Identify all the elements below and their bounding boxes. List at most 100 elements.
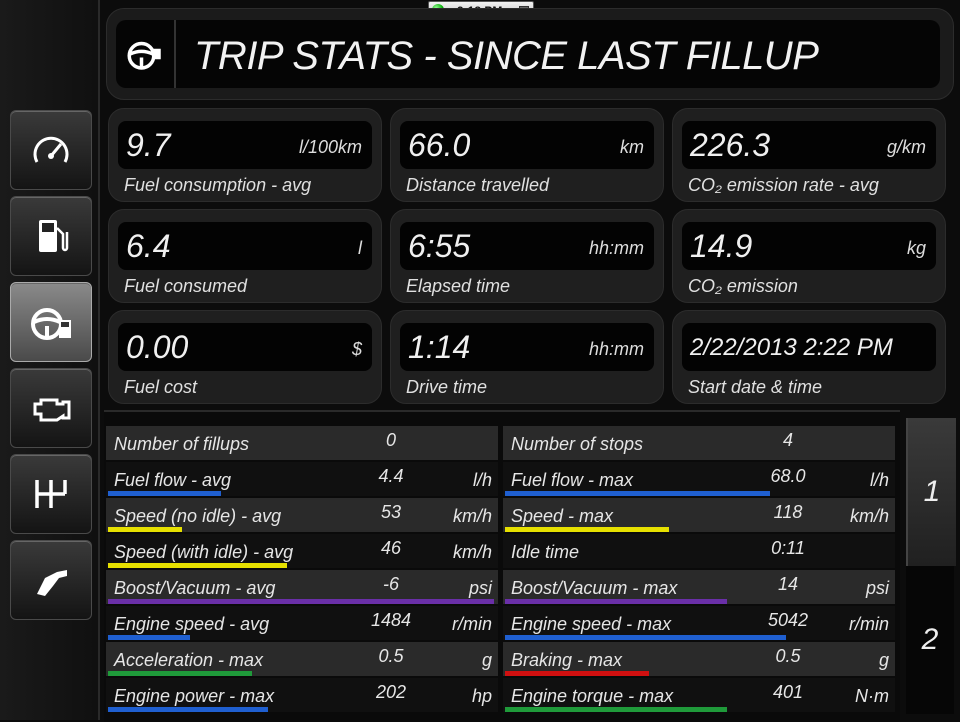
row-value: 46: [380, 538, 402, 558]
page-title: TRIP STATS - SINCE LAST FILLUP: [194, 34, 819, 78]
sidebar-item-fuel[interactable]: [10, 196, 92, 276]
page-tab-1[interactable]: 1: [906, 418, 956, 566]
row-value: 0: [385, 430, 396, 450]
title-icon-box: [116, 20, 176, 88]
row-level-bar: [505, 527, 669, 532]
row-value: 53: [380, 502, 402, 522]
row-value: -6: [382, 574, 399, 594]
row-value: 4.4: [378, 466, 404, 486]
row-label: Fuel flow - avg: [114, 470, 232, 490]
row-unit: hp: [471, 686, 492, 706]
table-row: Fuel flow - max 68.0 l/h: [503, 462, 895, 496]
stat-card-fuel-consumed: 6.4 l Fuel consumed: [108, 209, 382, 303]
row-label: Idle time: [511, 542, 580, 562]
stat-value: 1:14: [408, 329, 471, 365]
stat-card-fuel-consumption: 9.7 l/100km Fuel consumption - avg: [108, 108, 382, 202]
table-row: Number of stops 4: [503, 426, 895, 460]
stat-card-fuel-cost: 0.00 $ Fuel cost: [108, 310, 382, 404]
stat-unit: g/km: [886, 137, 926, 157]
stat-label: CO₂ emission rate - avg: [688, 175, 879, 195]
row-level-bar: [505, 707, 727, 712]
row-value: 0:11: [771, 538, 805, 558]
stat-label: Distance travelled: [406, 175, 550, 195]
stat-card-co2-emission: 14.9 kg CO₂ emission: [672, 209, 946, 303]
table-row: Braking - max 0.5 g: [503, 642, 895, 676]
stat-label: Fuel cost: [124, 377, 198, 397]
row-level-bar: [108, 491, 221, 496]
row-level-bar: [108, 671, 252, 676]
table-row: Engine torque - max 401 N·m: [503, 678, 895, 712]
stat-value: 0.00: [126, 329, 189, 365]
stat-unit: l: [358, 238, 362, 258]
row-level-bar: [505, 671, 649, 676]
table-row: Acceleration - max 0.5 g: [106, 642, 498, 676]
row-label: Engine speed - max: [511, 614, 672, 634]
stat-unit: km: [620, 137, 644, 157]
steering-wheel-icon: [31, 308, 71, 340]
fuel-nozzle-icon: [37, 570, 67, 596]
stat-value: 2/22/2013 2:22 PM: [690, 334, 893, 361]
stat-label: Fuel consumption - avg: [124, 175, 312, 195]
stat-unit: kg: [906, 238, 926, 258]
row-unit: km/h: [849, 506, 889, 526]
sidebar-item-fillup[interactable]: [10, 540, 92, 620]
table-row: Idle time 0:11: [503, 534, 895, 568]
stat-unit: l/100km: [298, 137, 362, 157]
stat-card-co2-rate: 226.3 g/km CO₂ emission rate - avg: [672, 108, 946, 202]
row-level-bar: [505, 491, 770, 496]
sidebar-item-gauges[interactable]: [10, 110, 92, 190]
row-level-bar: [108, 599, 494, 604]
table-row: Fuel flow - avg 4.4 l/h: [106, 462, 498, 496]
table-row: Boost/Vacuum - avg -6 psi: [106, 570, 498, 604]
row-unit: psi: [468, 578, 492, 598]
row-value: 1484: [370, 610, 412, 630]
page-tab-2[interactable]: 2: [906, 566, 954, 714]
row-unit: km/h: [452, 542, 492, 562]
table-row: Boost/Vacuum - max 14 psi: [503, 570, 895, 604]
row-unit: r/min: [849, 614, 889, 634]
stat-card-start-date: 2/22/2013 2:22 PM Start date & time: [672, 310, 946, 404]
row-unit: r/min: [452, 614, 492, 634]
stat-value: 9.7: [126, 127, 171, 163]
sidebar-item-trip[interactable]: [10, 282, 92, 362]
row-value: 401: [772, 682, 804, 702]
row-label: Speed (no idle) - avg: [114, 506, 282, 526]
row-label: Boost/Vacuum - avg: [114, 578, 276, 598]
row-value: 0.5: [378, 646, 404, 666]
row-label: Number of fillups: [114, 434, 250, 454]
stat-label: Fuel consumed: [124, 276, 248, 296]
gear-shift-icon: [35, 480, 67, 508]
sidebar-item-engine[interactable]: [10, 368, 92, 448]
row-label: Number of stops: [511, 434, 644, 454]
engine-icon: [33, 398, 71, 422]
row-label: Acceleration - max: [114, 650, 264, 670]
stat-card-distance: 66.0 km Distance travelled: [390, 108, 664, 202]
row-value: 202: [375, 682, 407, 702]
table-row: Number of fillups 0: [106, 426, 498, 460]
row-value: 118: [773, 502, 803, 522]
row-value: 5042: [767, 610, 809, 630]
row-unit: psi: [865, 578, 889, 598]
row-unit: l/h: [869, 470, 889, 490]
row-level-bar: [108, 635, 190, 640]
table-row: Speed - max 118 km/h: [503, 498, 895, 532]
stat-unit: $: [351, 339, 362, 359]
sidebar-item-transmission[interactable]: [10, 454, 92, 534]
stat-card-elapsed-time: 6:55 hh:mm Elapsed time: [390, 209, 664, 303]
stat-unit: hh:mm: [588, 339, 644, 359]
stat-card-drive-time: 1:14 hh:mm Drive time: [390, 310, 664, 404]
row-unit: km/h: [452, 506, 492, 526]
row-value: 4: [782, 430, 793, 450]
row-unit: l/h: [472, 470, 492, 490]
gauge-icon: [33, 136, 69, 163]
stat-value: 14.9: [690, 228, 753, 264]
row-label: Engine speed - avg: [114, 614, 270, 634]
row-unit: g: [481, 650, 492, 670]
steering-wheel-icon: [127, 41, 161, 70]
stat-label: Drive time: [406, 377, 488, 397]
row-level-bar: [505, 635, 786, 640]
stat-label: CO₂ emission: [688, 276, 798, 296]
row-label: Engine torque - max: [511, 686, 674, 706]
stat-label: Start date & time: [688, 377, 823, 397]
row-value: 0.5: [775, 646, 801, 666]
